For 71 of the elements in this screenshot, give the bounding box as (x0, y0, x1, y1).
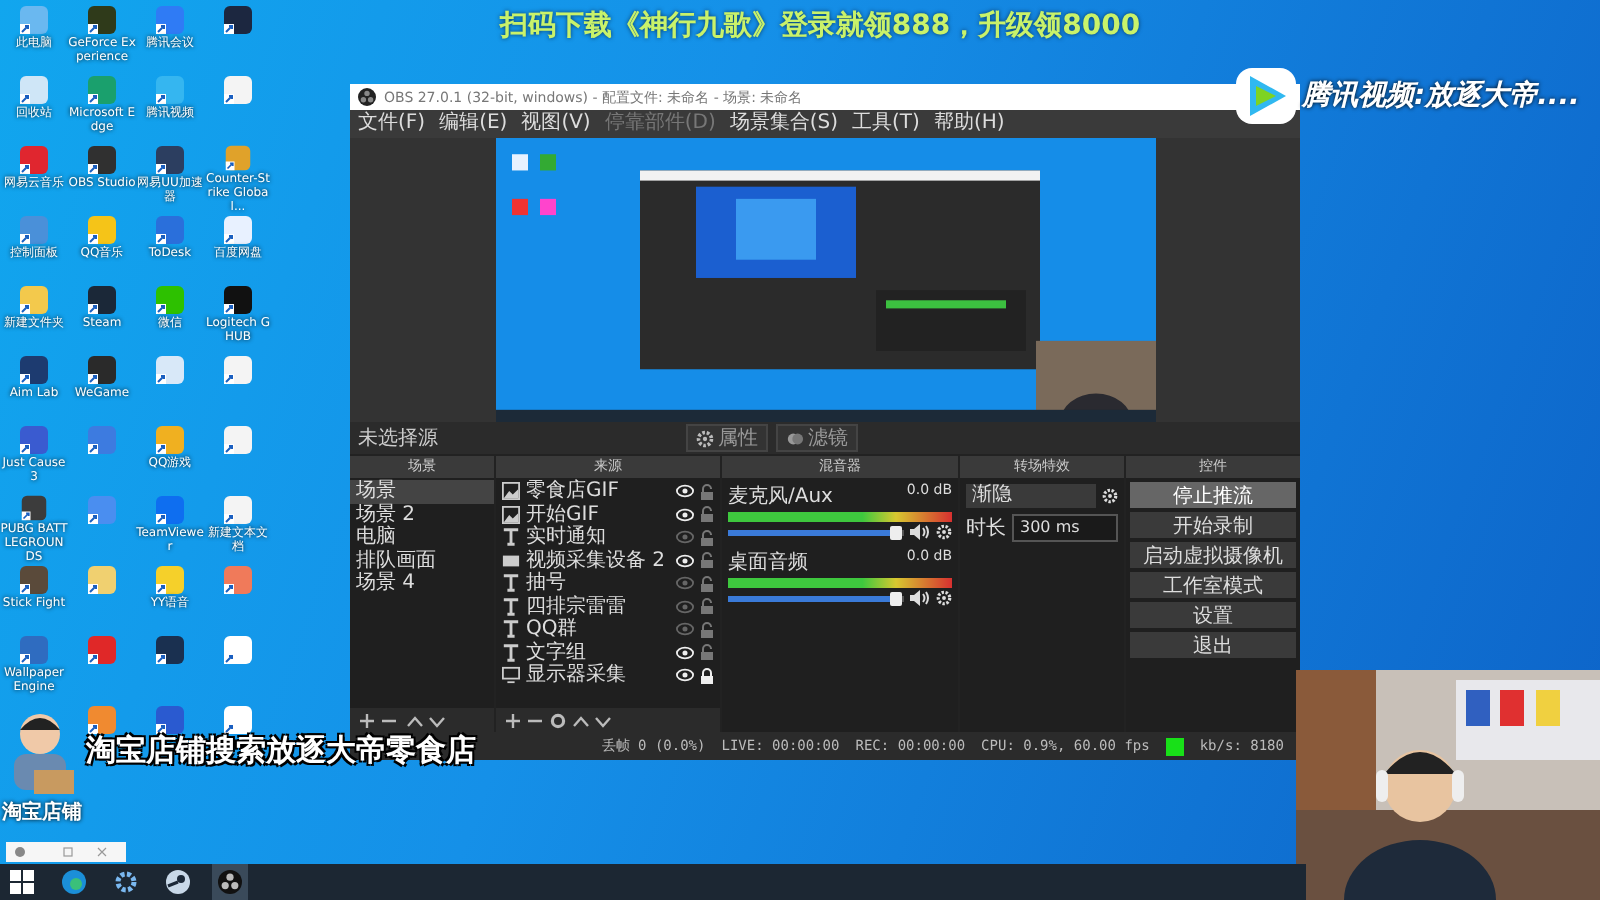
filter-icon (786, 429, 804, 447)
speaker-icon[interactable] (910, 590, 930, 606)
app-icon[interactable] (154, 144, 186, 176)
app-icon[interactable] (222, 284, 254, 316)
menu-item[interactable]: 视图(V) (521, 112, 591, 136)
steam-icon[interactable] (166, 870, 190, 894)
browser-icon[interactable] (62, 870, 86, 894)
menu-item[interactable]: 场景集合(S) (729, 112, 839, 136)
menu-item[interactable]: 文件(F) (358, 112, 426, 136)
gear-icon[interactable] (1102, 488, 1118, 504)
channel-name: 桌面音频 (728, 549, 808, 576)
channel-badge-text: 腾讯视频:放逐大帝.... (1302, 78, 1580, 114)
scene-item[interactable]: 电脑 (350, 526, 494, 549)
text-icon (502, 528, 520, 547)
app-icon[interactable] (154, 704, 186, 736)
monitor-icon (502, 666, 520, 685)
scene-item[interactable]: 排队画面 (350, 549, 494, 572)
control-button[interactable]: 退出 (1130, 632, 1296, 658)
duration-label: 时长 (966, 515, 1006, 542)
control-button[interactable]: 工作室模式 (1130, 572, 1296, 598)
app-icon[interactable] (86, 4, 118, 36)
app-icon[interactable] (18, 424, 50, 456)
no-source-label: 未选择源 (358, 425, 440, 452)
speaker-icon[interactable] (910, 524, 930, 540)
control-button[interactable]: 启动虚拟摄像机 (1130, 542, 1296, 568)
app-icon[interactable] (86, 704, 118, 736)
text-icon (502, 620, 520, 639)
scene-item[interactable]: 场景 4 (350, 572, 494, 595)
health-indicator (1165, 737, 1184, 755)
app-icon[interactable] (222, 704, 254, 736)
app-icon[interactable] (86, 144, 118, 176)
obs-icon[interactable] (218, 870, 242, 894)
camera-icon (502, 551, 520, 570)
control-button[interactable]: 开始录制 (1130, 512, 1296, 538)
menu-item[interactable]: 工具(T) (852, 112, 920, 136)
app-icon[interactable] (18, 564, 50, 596)
toolbar-button[interactable]: 属性 (686, 424, 768, 452)
scene-item[interactable]: 场景 (350, 480, 494, 503)
app-icon[interactable] (18, 354, 50, 386)
volume-slider[interactable] (728, 595, 904, 601)
cartoon-figure-drawing (10, 710, 74, 798)
scene-item[interactable]: 场景 2 (350, 503, 494, 526)
obs-logo-icon (358, 88, 376, 106)
app-icon[interactable] (222, 4, 254, 36)
windows-start-icon[interactable] (10, 870, 34, 894)
menu-item[interactable]: 帮助(H) (933, 112, 1005, 136)
source-item[interactable]: 显示器采集 (496, 664, 720, 687)
gear-icon[interactable] (936, 590, 952, 606)
promo-banner-text: 扫码下载《神行九歌》登录就领888，升级领8000 (497, 8, 1143, 44)
toolbar-button[interactable]: 滤镜 (776, 424, 858, 452)
image-icon (502, 505, 520, 524)
volume-slider[interactable] (728, 529, 904, 535)
gear-icon[interactable] (114, 870, 138, 894)
control-button[interactable]: 设置 (1130, 602, 1296, 628)
text-icon (502, 597, 520, 616)
transition-dropdown[interactable]: 渐隐 (966, 484, 1096, 508)
app-icon[interactable] (86, 354, 118, 386)
text-icon (502, 574, 520, 593)
image-icon (502, 482, 520, 501)
duration-field[interactable]: 300 ms (1012, 514, 1118, 542)
text-icon (502, 643, 520, 662)
app-icon[interactable] (154, 634, 186, 666)
gear-icon[interactable] (936, 524, 952, 540)
channel-name: 麦克风/Aux (728, 483, 833, 510)
lock-icon[interactable] (700, 667, 714, 684)
control-button[interactable]: 停止推流 (1130, 482, 1296, 508)
app-icon[interactable] (18, 494, 50, 522)
gear-icon (696, 429, 714, 447)
figure-caption: 淘宝店铺 (2, 798, 82, 826)
app-icon[interactable] (86, 284, 118, 316)
menu-item[interactable]: 编辑(E) (439, 112, 508, 136)
